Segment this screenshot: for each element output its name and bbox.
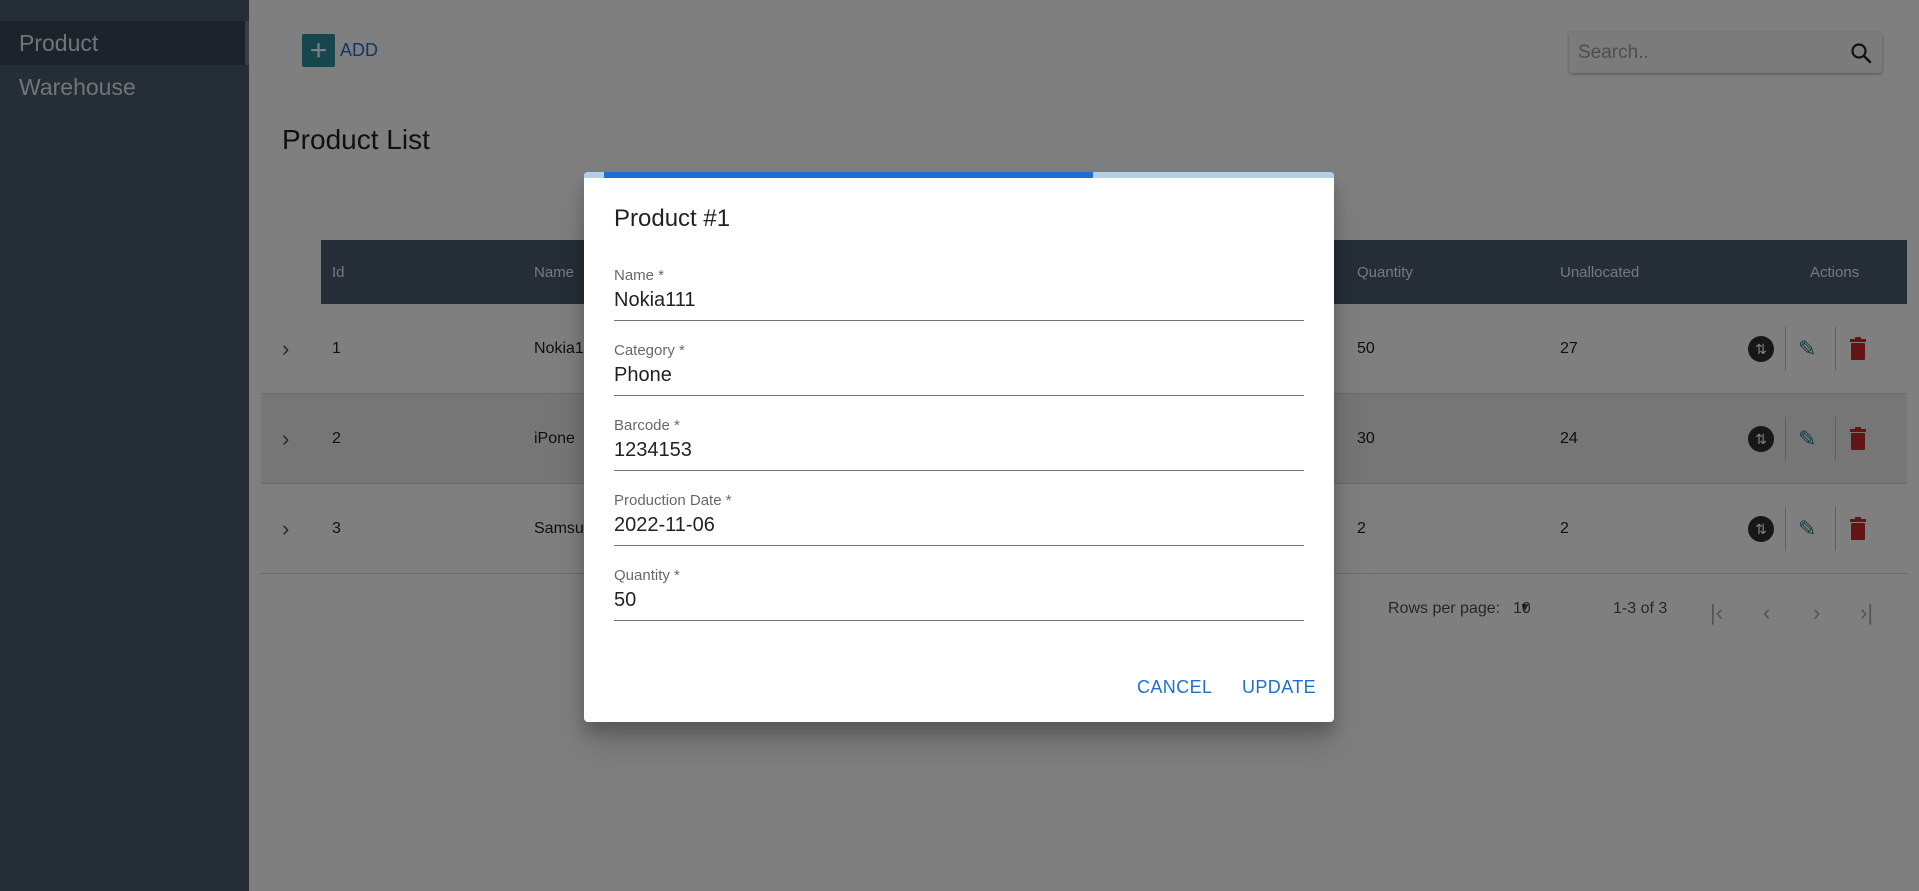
field-underline — [614, 470, 1304, 471]
field-underline — [614, 620, 1304, 621]
name-field-label: Name * — [614, 267, 665, 284]
category-field-label: Category * — [614, 342, 685, 359]
dialog-title: Product #1 — [614, 205, 731, 232]
field-underline — [614, 395, 1304, 396]
barcode-field-value[interactable]: 1234153 — [614, 439, 692, 462]
cancel-button[interactable]: CANCEL — [1137, 677, 1212, 698]
quantity-field-label: Quantity * — [614, 567, 680, 584]
quantity-field-value[interactable]: 50 — [614, 589, 636, 612]
field-underline — [614, 320, 1304, 321]
progress-bar — [584, 172, 1334, 178]
field-underline — [614, 545, 1304, 546]
barcode-field-label: Barcode * — [614, 417, 680, 434]
name-field-value[interactable]: Nokia111 — [614, 289, 696, 312]
update-button[interactable]: UPDATE — [1242, 677, 1316, 698]
category-field-value[interactable]: Phone — [614, 364, 672, 387]
production-date-field-value[interactable]: 2022-11-06 — [614, 514, 715, 537]
production-date-field-label: Production Date * — [614, 492, 732, 509]
progress-bar-fill — [604, 172, 1093, 178]
edit-product-dialog: Product #1 Name * Nokia111 Category * Ph… — [584, 172, 1334, 722]
